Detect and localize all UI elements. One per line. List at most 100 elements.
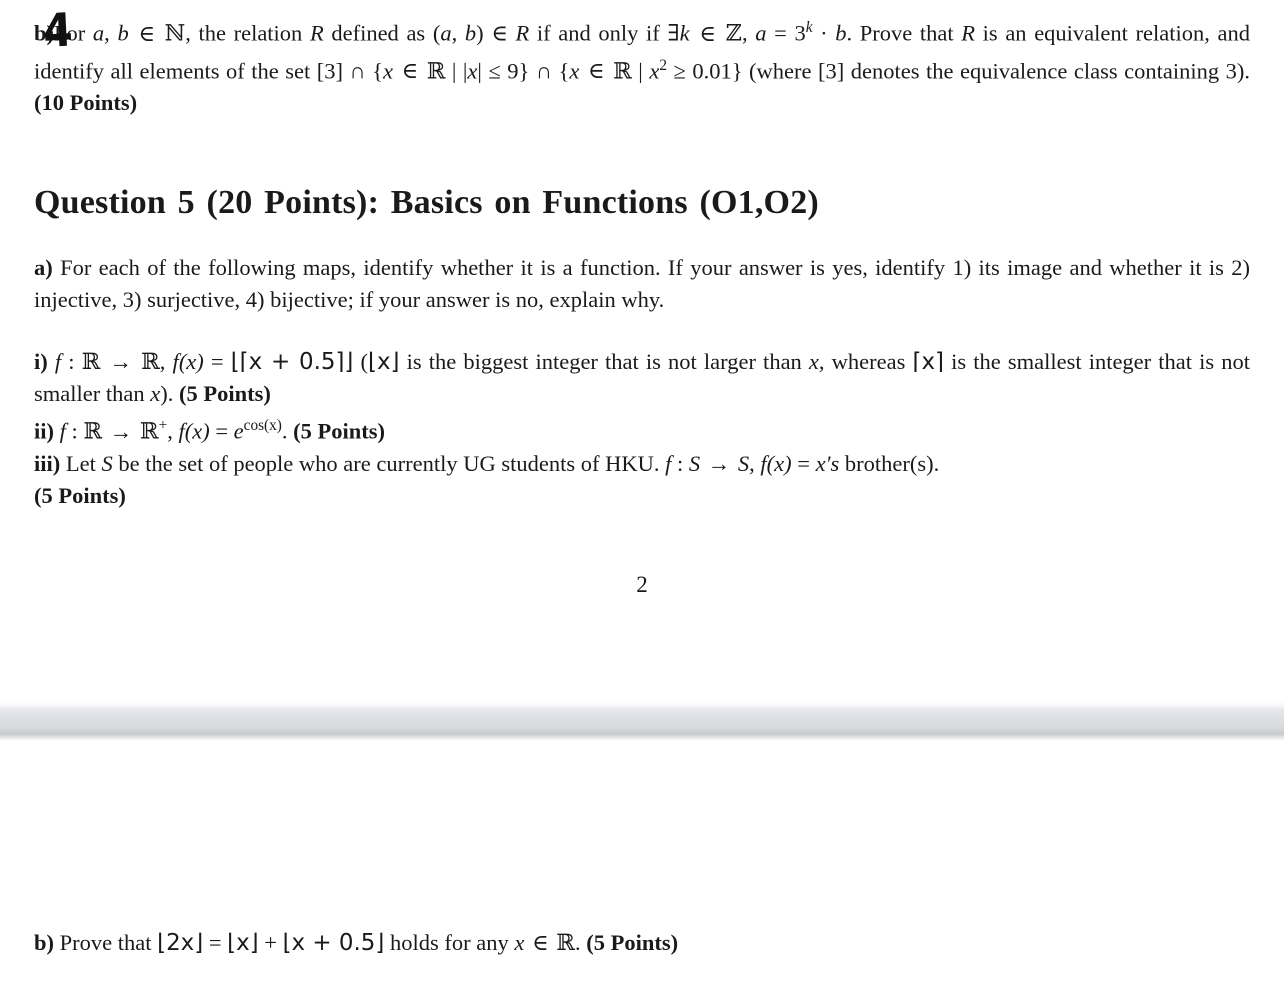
item-i-fx-arg: (x) xyxy=(178,349,204,374)
q4b-var-a2: a xyxy=(440,20,452,46)
item-ii-plus-sup: + xyxy=(158,417,168,434)
item-i-floor-x: ⌊x⌋ xyxy=(368,349,400,375)
item-iii-var-s1: S xyxy=(101,450,113,476)
q4b-t14: (where [3] denotes the equivalence class… xyxy=(742,58,1251,83)
item-ii-domain: ℝ xyxy=(83,418,103,445)
q4b-t3: defined as ( xyxy=(323,20,441,46)
question-5a-text: a) For each of the following maps, ident… xyxy=(34,252,1250,316)
page-separator xyxy=(0,700,1284,741)
item-i-points: (5 Points) xyxy=(178,381,271,406)
q4b-sup-2: 2 xyxy=(659,56,667,74)
q5b-equals: = xyxy=(203,930,228,955)
q4b-t13: ≥ 0.01} xyxy=(666,58,743,83)
item-iii-label: iii) xyxy=(34,450,61,476)
item-iii-var-s2: S xyxy=(688,450,701,476)
question-4b-label: b) xyxy=(34,20,55,46)
q4b-var-r1: R xyxy=(309,20,324,46)
item-i-label: i) xyxy=(34,349,48,374)
q5b-period: . xyxy=(574,930,587,955)
question-5a-label: a) xyxy=(34,255,53,280)
item-ii-period: . xyxy=(281,418,294,444)
question-5-heading-block: Question 5 (20 Points): Basics on Functi… xyxy=(34,182,1250,224)
q4b-t5: if and only if ∃ xyxy=(529,20,680,46)
q5b-plus: + xyxy=(258,930,283,955)
q4b-t12: | xyxy=(631,58,650,83)
item-iii-equals: = xyxy=(791,450,816,476)
q4b-c1: , xyxy=(104,20,118,46)
item-i-whereas: , whereas xyxy=(818,349,913,374)
item-iii-comma: , xyxy=(749,450,761,476)
page-title: Question 5 (20 Points): Basics on Functi… xyxy=(34,184,819,221)
item-ii-equals: = xyxy=(209,418,234,444)
item-iii-points-line: (5 Points) xyxy=(34,480,1250,512)
pdf-page-1: 4 b)For a, b ∈ ℕ, the relation R defined… xyxy=(0,0,1284,700)
q4b-c2: , xyxy=(451,20,465,46)
item-ii: ii) f : ℝ → ℝ+, f(x) = ecos(x). (5 Point… xyxy=(34,410,1250,448)
q4b-var-x4: x xyxy=(649,58,660,83)
item-i-comma: , xyxy=(159,349,173,374)
q4b-t1: For xyxy=(54,20,93,46)
q4b-var-x3: x xyxy=(569,58,580,83)
q4b-set-z: ℤ xyxy=(725,20,742,47)
item-i-note-mid: is the biggest integer that is not large… xyxy=(399,349,809,374)
pdf-page-2: b) Prove that ⌊2x⌋ = ⌊x⌋ + ⌊x + 0.5⌋ hol… xyxy=(0,741,1284,999)
q4b-c3: , xyxy=(741,20,756,46)
item-i-colon: : xyxy=(61,349,82,374)
q4b-var-a3: a xyxy=(755,20,767,46)
q4b-t9: | | xyxy=(445,58,468,83)
item-iii-t3: brother(s). xyxy=(839,450,940,476)
item-iii-t1: Let xyxy=(60,450,102,476)
item-i-close: ). xyxy=(160,381,179,406)
item-iii-points: (5 Points) xyxy=(34,482,126,508)
q4b-sup-k: k xyxy=(805,19,813,36)
q5b-points: (5 Points) xyxy=(586,930,679,955)
q4b-t11: ∈ xyxy=(581,58,612,83)
item-ii-fx-arg: (x) xyxy=(184,418,210,444)
question-5b-text: b) Prove that ⌊2x⌋ = ⌊x⌋ + ⌊x + 0.5⌋ hol… xyxy=(34,927,1250,959)
q4b-set-r1: ℝ xyxy=(426,58,446,84)
item-i-var-x2: x xyxy=(150,381,161,406)
q4b-in2: ∈ xyxy=(691,20,724,46)
q5b-t2: holds for any xyxy=(384,930,515,955)
q4b-var-r3: R xyxy=(961,20,976,46)
question-5b-block: b) Prove that ⌊2x⌋ = ⌊x⌋ + ⌊x + 0.5⌋ hol… xyxy=(34,927,1250,959)
q5b-in: ∈ xyxy=(526,930,555,955)
q5b-t1: Prove that xyxy=(54,930,158,955)
q5b-rhs1: ⌊x⌋ xyxy=(227,930,259,956)
question-5a-body: For each of the following maps, identify… xyxy=(34,255,1250,312)
item-i: i) f : ℝ → ℝ, f(x) = ⌊⌈x + 0.5⌉⌋ (⌊x⌋ is… xyxy=(34,346,1250,410)
item-iii-colon: : xyxy=(671,450,689,476)
item-ii-exponent: cos(x) xyxy=(243,417,282,434)
q4b-var-b: b xyxy=(117,20,129,46)
q5b-set-r: ℝ xyxy=(556,930,575,956)
q4b-var-r2: R xyxy=(515,20,530,46)
q4b-var-x2: x xyxy=(467,58,478,83)
item-ii-label: ii) xyxy=(34,418,54,444)
item-iii-fx-arg: (x) xyxy=(766,450,792,476)
question-5b-label: b) xyxy=(34,930,55,955)
question-5-items-block: i) f : ℝ → ℝ, f(x) = ⌊⌈x + 0.5⌉⌋ (⌊x⌋ is… xyxy=(34,346,1250,512)
item-iii: iii) Let S be the set of people who are … xyxy=(34,448,1250,480)
q4b-t4: ) ∈ xyxy=(476,20,516,46)
item-i-codomain: ℝ xyxy=(141,349,160,375)
q4b-eq1: = 3 xyxy=(766,20,806,46)
item-iii-var-s3: S xyxy=(737,450,750,476)
item-i-note-open: ( xyxy=(353,349,368,374)
q4b-var-b3: b xyxy=(835,20,847,46)
item-iii-arrow: → xyxy=(702,450,736,476)
item-ii-base-e: e xyxy=(233,418,244,444)
item-ii-arrow: → xyxy=(104,418,138,444)
item-i-arrow: → xyxy=(102,349,140,374)
q4b-var-k: k xyxy=(679,20,690,46)
item-i-var-x: x xyxy=(808,349,819,374)
item-ii-colon: : xyxy=(65,418,84,444)
q5b-var-x: x xyxy=(514,930,525,955)
q4b-dot: · xyxy=(812,20,836,46)
q4b-var-x1: x xyxy=(383,58,394,83)
q4b-t2: , the relation xyxy=(185,20,310,46)
item-iii-t2: be the set of people who are currently U… xyxy=(112,450,666,476)
item-i-ceil-x: ⌈x⌉ xyxy=(912,349,944,375)
item-i-equals: = xyxy=(203,349,231,374)
question-4b-text: b)For a, b ∈ ℕ, the relation R defined a… xyxy=(34,12,1250,119)
q4b-var-a: a xyxy=(92,20,105,46)
